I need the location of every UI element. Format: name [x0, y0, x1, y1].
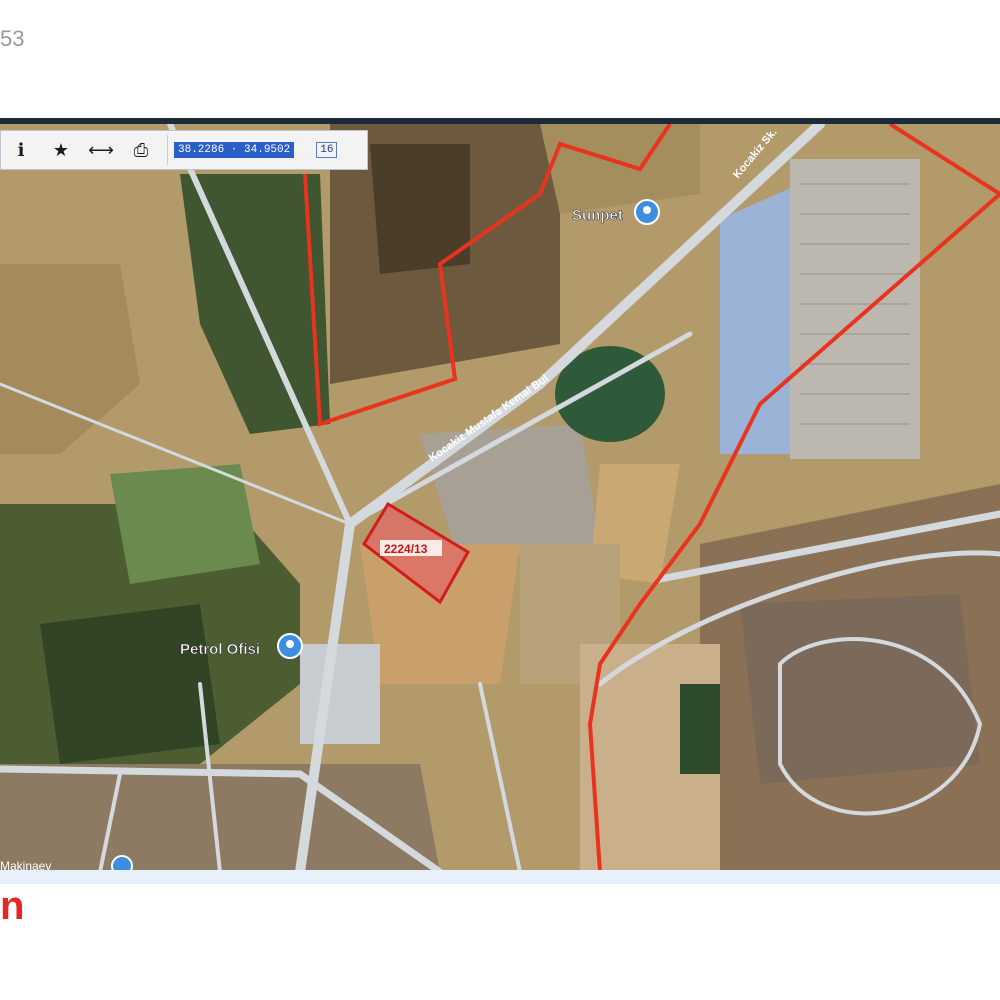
- toolbar-divider: [167, 135, 168, 165]
- petrol-label: Petrol Ofisi: [180, 641, 260, 658]
- satellite-map[interactable]: 2224/13 Kocakiz Mustafa Kemal Bul Kocaki…: [0, 124, 1000, 872]
- status-strip: [0, 870, 1000, 884]
- info-icon[interactable]: ℹ: [1, 134, 41, 166]
- measure-icon[interactable]: ⟷: [81, 134, 121, 166]
- parcel-label: 2224/13: [384, 542, 428, 556]
- sunpet-marker: [634, 199, 660, 225]
- map-toolbar: ℹ ★ ⟷ ⎙ 38.2286 · 34.9502 16: [0, 130, 368, 170]
- corner-text: 53: [0, 26, 25, 51]
- printer-icon[interactable]: ⎙: [121, 134, 161, 166]
- zoom-level[interactable]: 16: [316, 142, 338, 158]
- sunpet-label: Sunpet: [572, 207, 623, 224]
- coordinate-readout: 38.2286 · 34.9502: [174, 142, 295, 158]
- map-window: 2224/13 Kocakiz Mustafa Kemal Bul Kocaki…: [0, 118, 1000, 882]
- brand-logo: n: [0, 884, 25, 928]
- star-icon[interactable]: ★: [41, 134, 81, 166]
- petrol-marker: [277, 633, 303, 659]
